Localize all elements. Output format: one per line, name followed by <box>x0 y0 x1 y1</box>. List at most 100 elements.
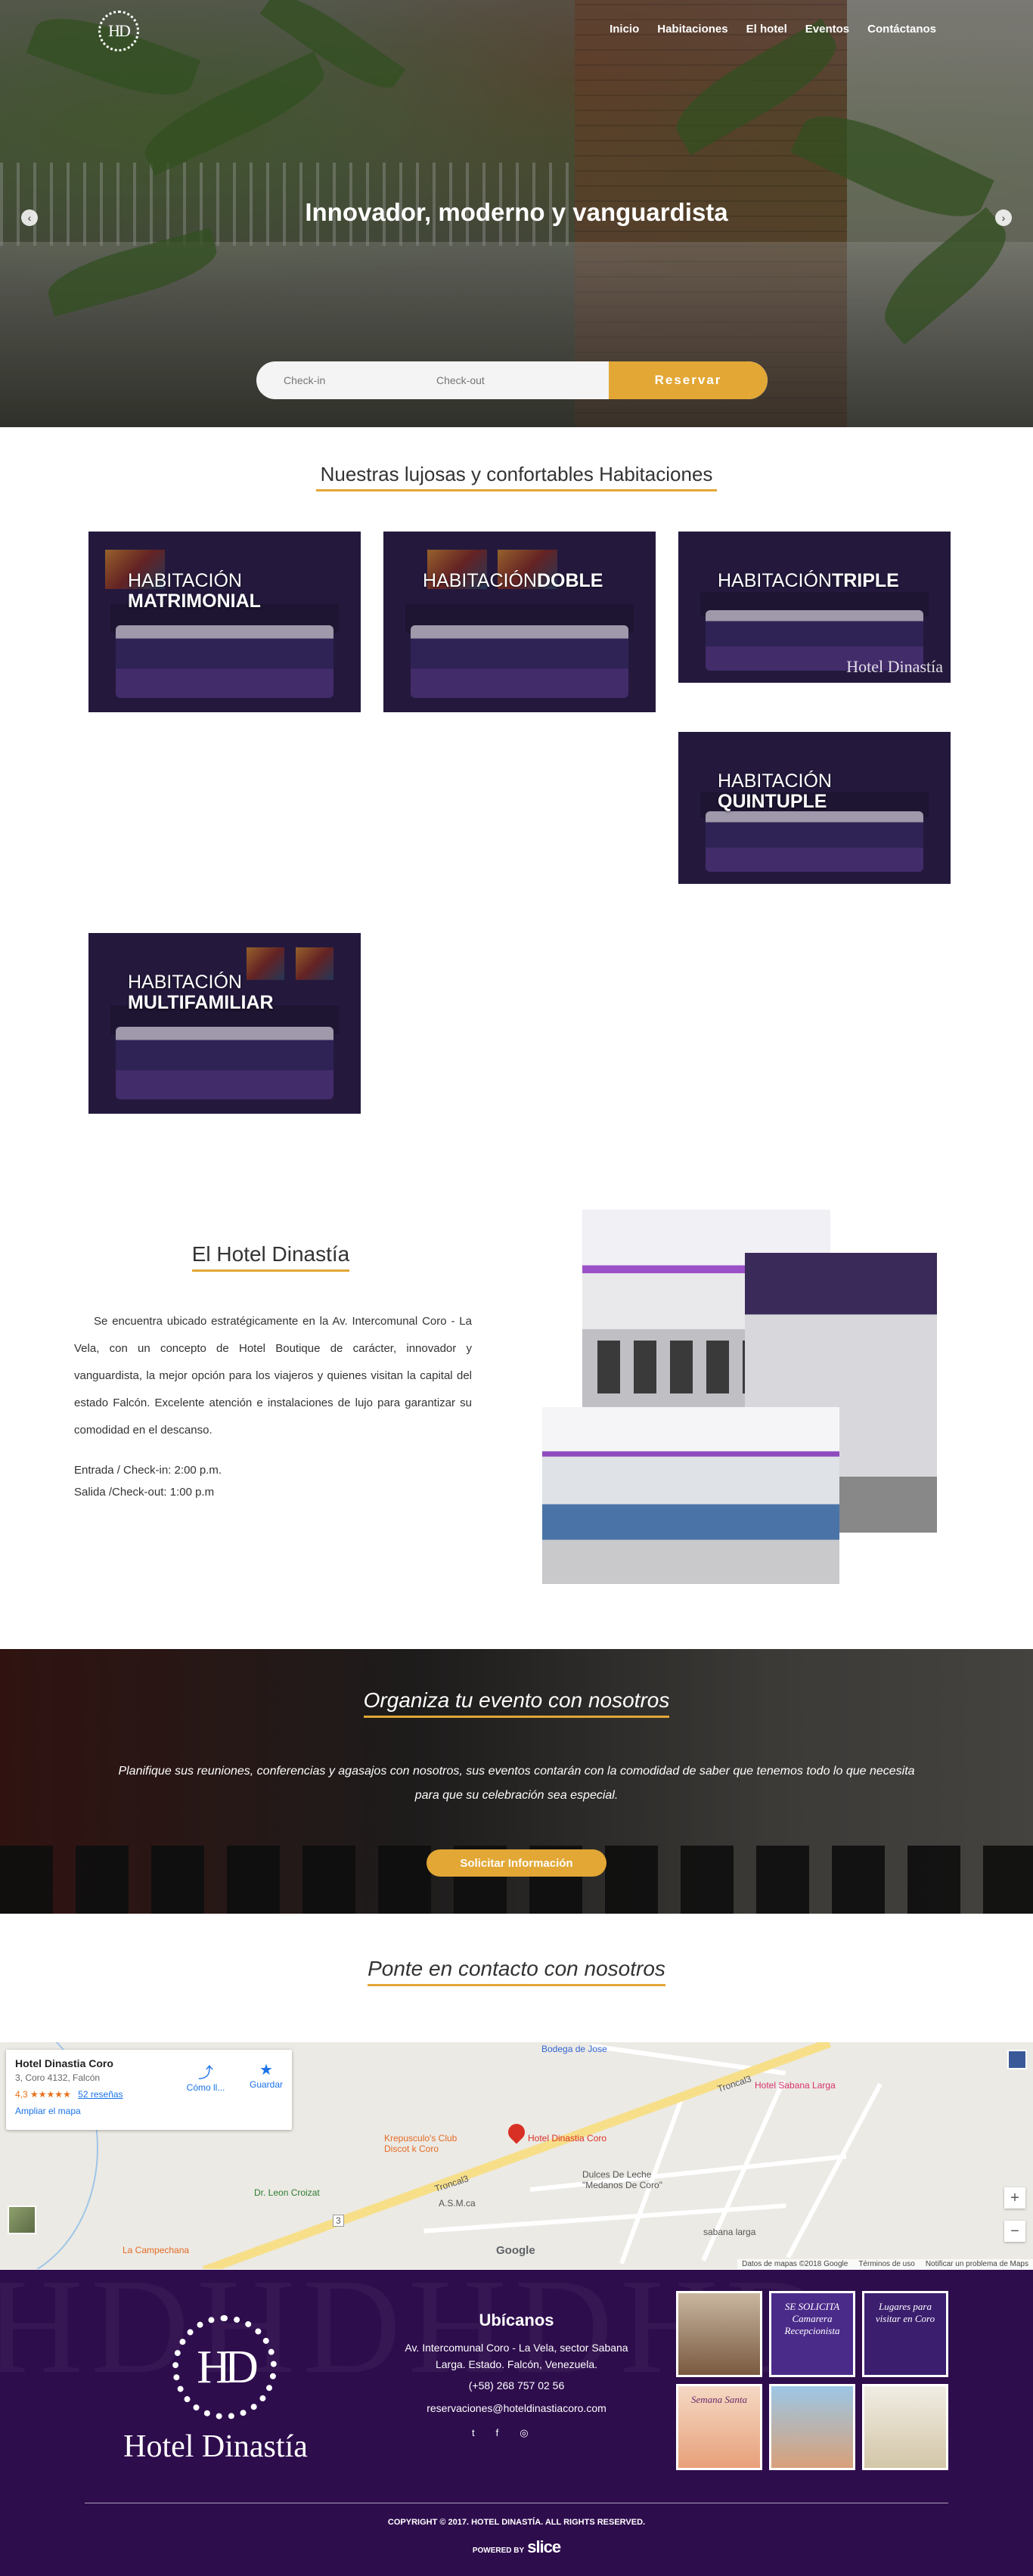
about-description: Se encuentra ubicado estratégicamente en… <box>74 1315 472 1437</box>
map-report-link[interactable]: Notificar un problema de Maps <box>926 2260 1028 2268</box>
room-watermark: Hotel Dinastía <box>846 657 943 676</box>
instagram-post[interactable]: Semana Santa <box>676 2384 762 2470</box>
reserve-button[interactable]: Reservar <box>609 361 768 399</box>
room-label-line1: HABITACIÓN <box>718 770 832 792</box>
instagram-icon[interactable]: ◎ <box>520 2427 528 2439</box>
checkout-input[interactable] <box>427 361 607 399</box>
footer-phone[interactable]: (+58) 268 757 02 56 <box>393 2377 640 2394</box>
nav-eventos[interactable]: Eventos <box>805 23 849 36</box>
events-title: Organiza tu evento con nosotros <box>0 1688 1033 1718</box>
hero-banner: HD Inicio Habitaciones El hotel Eventos … <box>0 0 1033 427</box>
map-terms-link[interactable]: Términos de uso <box>858 2260 914 2268</box>
instagram-post-caption: Semana Santa <box>690 2394 748 2405</box>
twitter-icon[interactable]: t <box>472 2427 475 2439</box>
nav-el-hotel[interactable]: El hotel <box>746 23 787 36</box>
map-label-dulces: Dulces De Leche "Medanos De Coro" <box>582 2169 662 2190</box>
room-label-line2: QUINTUPLE <box>718 791 827 812</box>
instagram-post[interactable] <box>862 2384 948 2470</box>
directions-button[interactable]: ⤴ Cómo ll... <box>183 2060 228 2093</box>
map-footer: Datos de mapas ©2018 Google Términos de … <box>737 2259 1033 2269</box>
instagram-gallery: SE SOLICITA Camarera Recepcionista Lugar… <box>676 2291 948 2472</box>
main-nav: Inicio Habitaciones El hotel Eventos Con… <box>610 23 936 36</box>
checkout-time: Salida /Check-out: 1:00 p.m <box>74 1486 215 1499</box>
map-road <box>786 2082 883 2259</box>
room-card-multifamiliar[interactable]: HABITACIÓN MULTIFAMILIAR <box>88 933 361 1114</box>
map-label-hotel-sabana: Hotel Sabana Larga <box>755 2080 836 2091</box>
save-label: Guardar <box>249 2079 284 2090</box>
logo-text: HD <box>108 21 131 40</box>
enlarge-map-link[interactable]: Ampliar el mapa <box>15 2106 283 2116</box>
checkin-time: Entrada / Check-in: 2:00 p.m. <box>74 1464 222 1477</box>
map-pin-icon[interactable] <box>504 2120 529 2144</box>
lobby-photo <box>542 1407 839 1584</box>
footer-email[interactable]: reservaciones@hoteldinastiacoro.com <box>393 2400 640 2416</box>
room-label-line2: TRIPLE <box>831 570 899 591</box>
nav-inicio[interactable]: Inicio <box>610 23 639 36</box>
save-place-button[interactable]: ★ Guardar <box>244 2060 289 2090</box>
hero-title: Innovador, moderno y vanguardista <box>305 198 728 226</box>
about-title-text: El Hotel Dinastía <box>191 1242 350 1272</box>
google-map[interactable]: Bodega de Jose Troncal3 Hotel Sabana Lar… <box>0 2042 1033 2269</box>
facebook-icon[interactable]: f <box>496 2427 499 2439</box>
header-logo[interactable]: HD <box>98 11 139 51</box>
powered-by[interactable]: POWERED BY slice <box>0 2537 1033 2557</box>
zoom-in-button[interactable]: + <box>1004 2187 1025 2209</box>
contact-title-text: Ponte en contacto con nosotros <box>368 1957 665 1986</box>
directions-icon: ⤴ <box>198 2065 213 2082</box>
copyright: COPYRIGHT © 2017. HOTEL DINASTÍA. ALL RI… <box>387 2518 646 2527</box>
rating-value: 4,3 <box>15 2089 28 2100</box>
rooms-title-text: Nuestras lujosas y confortables Habitaci… <box>315 463 718 491</box>
room-label: HABITACIÓN MATRIMONIAL <box>128 571 261 612</box>
room-card-doble[interactable]: HABITACIÓNDOBLE <box>383 532 656 712</box>
nav-contactanos[interactable]: Contáctanos <box>867 23 936 36</box>
map-label-asm: A.S.M.ca <box>439 2198 476 2209</box>
rooms-section-title: Nuestras lujosas y confortables Habitaci… <box>0 463 1033 491</box>
about-hours: Entrada / Check-in: 2:00 p.m. Salida /Ch… <box>74 1459 377 1503</box>
slice-logo: slice <box>527 2537 561 2556</box>
reviews-link[interactable]: 52 reseñas <box>78 2089 123 2100</box>
satellite-toggle[interactable] <box>8 2206 36 2234</box>
place-rating: 4,3 ★★★★★ 52 reseñas <box>15 2089 283 2100</box>
footer-address-line2: Larga. Estado. Falcón, Venezuela. <box>435 2358 598 2370</box>
rating-stars-icon: ★★★★★ <box>30 2089 71 2100</box>
instagram-post[interactable] <box>676 2291 762 2377</box>
map-label-sabana-larga: sabana larga <box>703 2227 756 2237</box>
booking-form: Reservar <box>256 361 768 399</box>
ubicanos-title: Ubícanos <box>479 2311 554 2330</box>
street-view-icon[interactable] <box>1007 2050 1027 2069</box>
events-section: Organiza tu evento con nosotros Planifiq… <box>0 1649 1033 1914</box>
map-route-badge: 3 <box>333 2215 344 2227</box>
instagram-post[interactable]: Lugares para visitar en Coro <box>862 2291 948 2377</box>
instagram-post[interactable] <box>769 2384 855 2470</box>
room-label-line2: DOBLE <box>536 570 603 591</box>
zoom-out-button[interactable]: − <box>1004 2221 1025 2242</box>
request-info-button[interactable]: Solicitar Información <box>427 1849 606 1877</box>
star-icon: ★ <box>259 2062 273 2078</box>
place-name: Hotel Dinastia Coro <box>15 2057 113 2069</box>
room-card-triple[interactable]: HABITACIÓNTRIPLE Hotel Dinastía <box>678 532 951 683</box>
place-address: 3, Coro 4132, Falcón <box>15 2072 101 2083</box>
events-title-text: Organiza tu evento con nosotros <box>363 1688 670 1718</box>
map-label-campechana: La Campechana <box>123 2245 190 2255</box>
room-label: HABITACIÓNDOBLE <box>423 571 603 591</box>
room-label-line1: HABITACIÓN <box>423 570 537 591</box>
instagram-post-caption: Lugares para visitar en Coro <box>875 2301 935 2324</box>
room-shade <box>88 532 361 712</box>
about-title: El Hotel Dinastía <box>188 1242 354 1272</box>
footer-brand: Hotel Dinastía <box>123 2429 308 2464</box>
nav-habitaciones[interactable]: Habitaciones <box>657 23 727 36</box>
instagram-post[interactable]: SE SOLICITA Camarera Recepcionista <box>769 2291 855 2377</box>
room-label-line1: HABITACIÓN <box>718 570 832 591</box>
social-links: t f ◎ <box>472 2427 529 2439</box>
checkin-input[interactable] <box>256 361 427 399</box>
footer-address-line1: Av. Intercomunal Coro - La Vela, sector … <box>405 2342 628 2354</box>
google-logo: Google <box>496 2244 535 2257</box>
site-footer: HDHDHDHD HD Hotel Dinastía Ubícanos Av. … <box>0 2270 1033 2576</box>
map-label-krepusculo: Krepusculo's Club Discot k Coro <box>384 2133 458 2154</box>
room-card-quintuple[interactable]: HABITACIÓN QUINTUPLE <box>678 732 951 884</box>
carousel-next-icon[interactable]: › <box>995 209 1012 226</box>
room-card-matrimonial[interactable]: HABITACIÓN MATRIMONIAL <box>88 532 361 712</box>
room-label-line1: HABITACIÓN <box>128 570 242 591</box>
carousel-prev-icon[interactable]: ‹ <box>21 209 38 226</box>
map-place-card: Hotel Dinastia Coro 3, Coro 4132, Falcón… <box>6 2050 292 2130</box>
